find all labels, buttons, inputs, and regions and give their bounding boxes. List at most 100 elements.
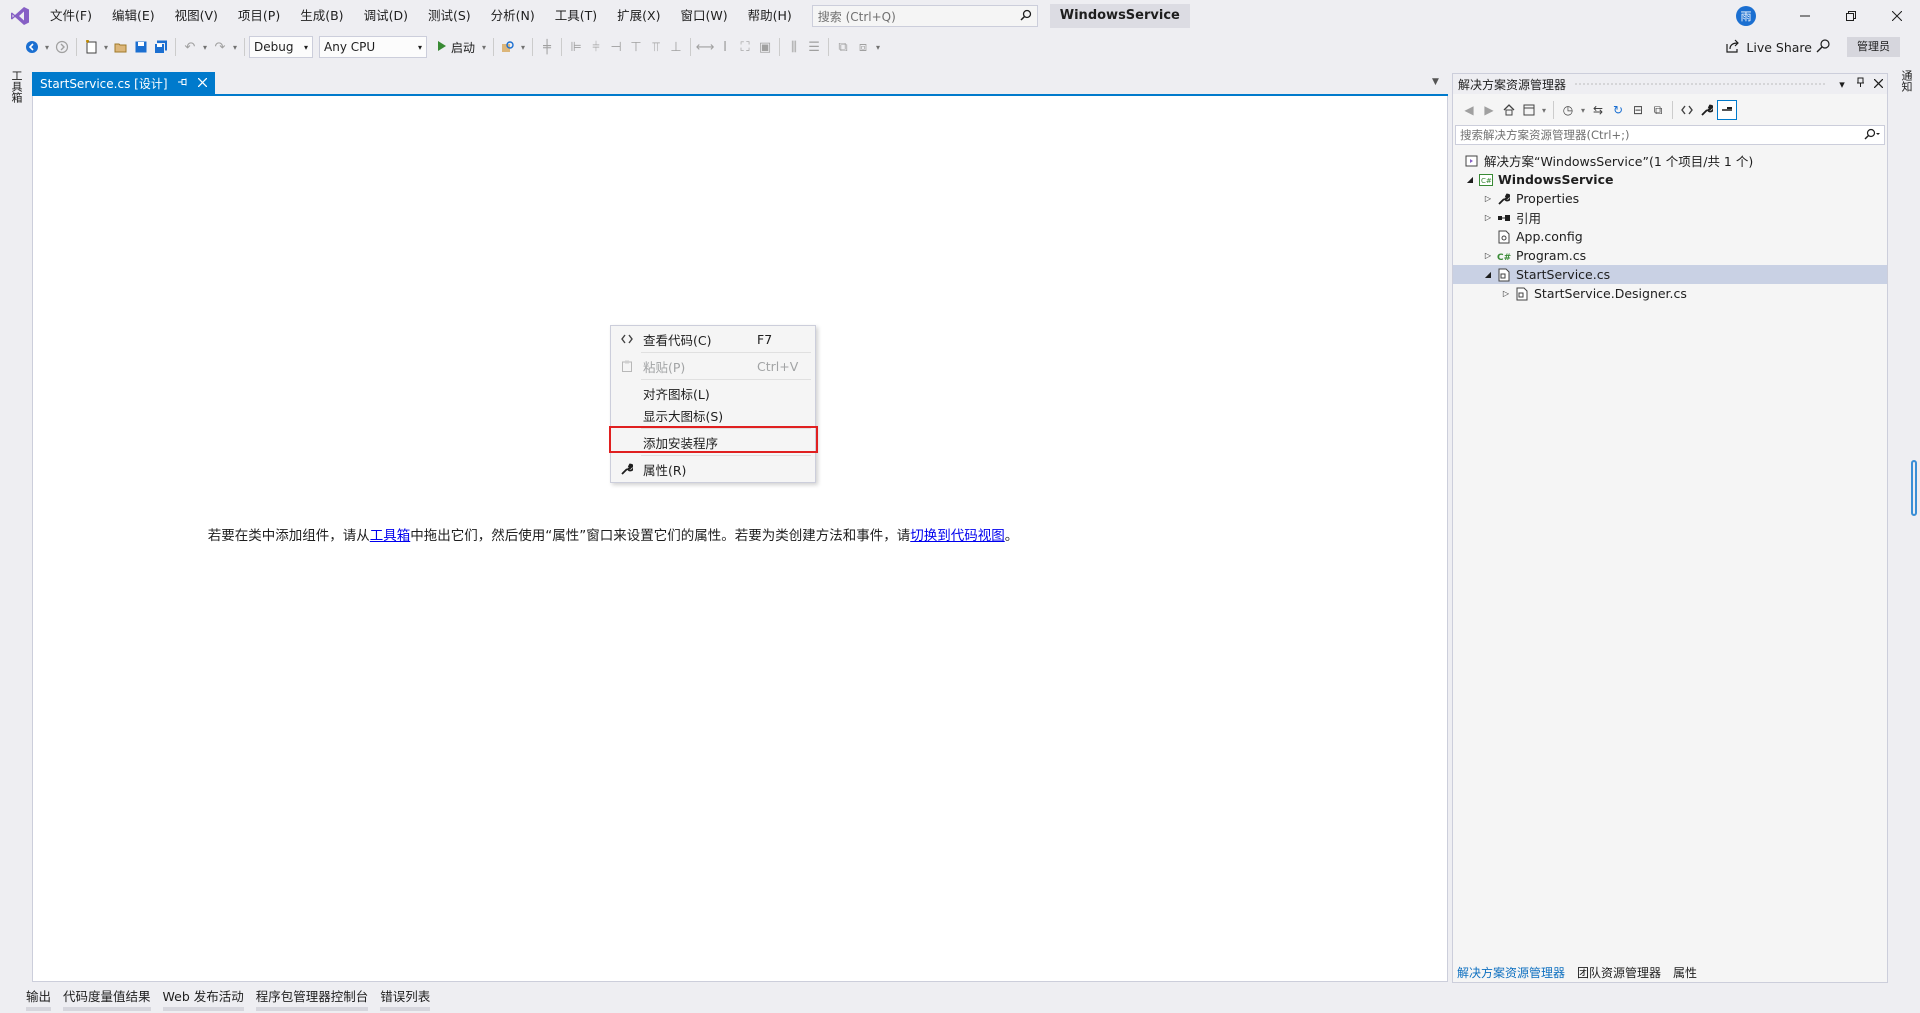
tab-team-explorer[interactable]: 团队资源管理器	[1577, 964, 1661, 981]
view-code-icon[interactable]	[1677, 100, 1697, 120]
tab-solution-explorer[interactable]: 解决方案资源管理器	[1457, 964, 1565, 981]
forward-icon[interactable]: ▶	[1479, 100, 1499, 120]
menu-item-properties[interactable]: 属性(R)	[611, 458, 815, 480]
collapsed-arrow-icon[interactable]: ▷	[1481, 251, 1495, 260]
make-same-size-icon[interactable]: ▣	[755, 37, 775, 57]
open-file-icon[interactable]	[111, 37, 131, 57]
toolbox-link[interactable]: 工具箱	[370, 528, 411, 544]
make-same-height-icon[interactable]: I	[715, 37, 735, 57]
notifications-tab[interactable]: 通知	[1898, 70, 1914, 92]
close-tab-icon[interactable]	[197, 76, 207, 90]
switch-to-code-view-link[interactable]: 切换到代码视图	[910, 528, 1005, 544]
tab-package-manager-console[interactable]: 程序包管理器控制台	[255, 986, 369, 1011]
pin-icon[interactable]	[177, 76, 188, 90]
align-middles-icon[interactable]: ⫪	[646, 37, 666, 57]
undo-icon[interactable]: ↶	[180, 37, 200, 57]
navigate-forward-icon[interactable]	[52, 37, 72, 57]
bring-to-front-icon[interactable]: ⧉	[833, 37, 853, 57]
send-to-back-icon[interactable]: ⧈	[853, 37, 873, 57]
menu-build[interactable]: 生成(B)	[290, 0, 353, 32]
auto-hide-pin-icon[interactable]	[1851, 77, 1869, 91]
show-all-files-icon[interactable]: ⧉	[1648, 100, 1668, 120]
save-icon[interactable]	[131, 37, 151, 57]
tab-output[interactable]: 输出	[26, 986, 52, 1011]
tree-item-program[interactable]: ▷ C# Program.cs	[1453, 246, 1887, 265]
tree-item-startservice[interactable]: ◢ StartService.cs	[1453, 265, 1887, 284]
tab-startservice-design[interactable]: StartService.cs [设计]	[32, 72, 215, 94]
vertical-spacing-icon[interactable]: ☰	[804, 37, 824, 57]
navigate-back-dropdown-icon[interactable]: ▾	[42, 43, 52, 52]
new-project-icon[interactable]	[81, 37, 101, 57]
menu-help[interactable]: 帮助(H)	[738, 0, 802, 32]
collapsed-arrow-icon[interactable]: ▷	[1481, 213, 1495, 222]
back-icon[interactable]: ◀	[1459, 100, 1479, 120]
tree-item-app-config[interactable]: App.config	[1453, 227, 1887, 246]
solution-search-input[interactable]: 搜索解决方案资源管理器(Ctrl+;)	[1455, 125, 1885, 145]
menu-project[interactable]: 项目(P)	[228, 0, 290, 32]
menu-analyze[interactable]: 分析(N)	[481, 0, 545, 32]
minimize-button[interactable]	[1782, 0, 1828, 32]
close-panel-icon[interactable]	[1869, 78, 1887, 91]
switch-views-icon[interactable]	[1519, 100, 1539, 120]
tab-web-publish-activity[interactable]: Web 发布活动	[162, 986, 244, 1011]
tab-code-metrics-results[interactable]: 代码度量值结果	[63, 986, 151, 1011]
panel-options-dropdown-icon[interactable]: ▾	[1833, 78, 1851, 91]
align-rights-icon[interactable]: ⊣	[606, 37, 626, 57]
menu-tools[interactable]: 工具(T)	[545, 0, 607, 32]
refresh-icon[interactable]: ↻	[1608, 100, 1628, 120]
user-avatar[interactable]: 雨	[1736, 6, 1756, 26]
menu-file[interactable]: 文件(F)	[40, 0, 102, 32]
tree-item-solution[interactable]: 解决方案“WindowsService”(1 个项目/共 1 个)	[1453, 151, 1887, 170]
menu-item-align-icons[interactable]: 对齐图标(L)	[611, 382, 815, 404]
align-to-grid-icon[interactable]: ╪	[537, 37, 557, 57]
overflow-icon[interactable]: ▾	[518, 43, 528, 52]
menu-item-view-code[interactable]: 查看代码(C) F7	[611, 328, 815, 350]
tab-error-list[interactable]: 错误列表	[380, 986, 431, 1011]
solution-configuration-select[interactable]: Debug ▾	[249, 36, 313, 58]
solution-platform-select[interactable]: Any CPU ▾	[319, 36, 427, 58]
menu-edit[interactable]: 编辑(E)	[102, 0, 165, 32]
redo-icon[interactable]: ↷	[210, 37, 230, 57]
menu-extensions[interactable]: 扩展(X)	[607, 0, 670, 32]
menu-debug[interactable]: 调试(D)	[354, 0, 418, 32]
tree-item-project[interactable]: ◢ C# WindowsService	[1453, 170, 1887, 189]
expanded-arrow-icon[interactable]: ◢	[1481, 270, 1495, 279]
expanded-arrow-icon[interactable]: ◢	[1463, 175, 1477, 184]
live-share-button[interactable]: Live Share	[1726, 32, 1812, 62]
search-input[interactable]: 搜索 (Ctrl+Q)	[811, 5, 1038, 27]
collapsed-arrow-icon[interactable]: ▷	[1499, 289, 1513, 298]
redo-dropdown-icon[interactable]: ▾	[230, 43, 240, 52]
home-icon[interactable]	[1499, 100, 1519, 120]
toolbar-overflow-icon[interactable]: ▾	[873, 43, 883, 52]
horizontal-spacing-icon[interactable]: ⫼	[784, 37, 804, 57]
size-to-grid-icon[interactable]: ⛶	[735, 37, 755, 57]
make-same-width-icon[interactable]: ⟷	[695, 37, 715, 57]
document-list-dropdown-icon[interactable]: ▼	[1432, 77, 1439, 87]
sync-with-active-document-icon[interactable]: ⇆	[1588, 100, 1608, 120]
switch-views-dropdown-icon[interactable]: ▾	[1539, 106, 1549, 115]
collapsed-arrow-icon[interactable]: ▷	[1481, 194, 1495, 203]
menu-item-paste[interactable]: 粘贴(P) Ctrl+V	[611, 355, 815, 377]
start-dropdown-icon[interactable]: ▾	[479, 43, 489, 52]
tab-properties[interactable]: 属性	[1673, 964, 1697, 981]
start-debugging-button[interactable]: 启动	[433, 39, 479, 56]
close-window-button[interactable]	[1874, 0, 1920, 32]
component-designer-surface[interactable]: 若要在类中添加组件，请从工具箱中拖出它们，然后使用“属性”窗口来设置它们的属性。…	[32, 96, 1448, 982]
align-tops-icon[interactable]: ⊤	[626, 37, 646, 57]
menu-item-show-large-icons[interactable]: 显示大图标(S)	[611, 404, 815, 426]
find-in-files-icon[interactable]	[498, 37, 518, 57]
restore-button[interactable]	[1828, 0, 1874, 32]
align-lefts-icon[interactable]: ⊫	[566, 37, 586, 57]
scrollbar-thumb[interactable]	[1911, 460, 1917, 516]
feedback-icon[interactable]	[1816, 38, 1832, 57]
tree-item-references[interactable]: ▷ 引用	[1453, 208, 1887, 227]
collapse-all-icon[interactable]: ⊟	[1628, 100, 1648, 120]
properties-wrench-icon[interactable]	[1697, 100, 1717, 120]
menu-test[interactable]: 测试(S)	[418, 0, 481, 32]
preview-selected-items-icon[interactable]	[1717, 100, 1737, 120]
menu-view[interactable]: 视图(V)	[165, 0, 228, 32]
align-centers-icon[interactable]: ⫩	[586, 37, 606, 57]
tree-item-startservice-designer[interactable]: ▷ StartService.Designer.cs	[1453, 284, 1887, 303]
pending-changes-filter-icon[interactable]: ◷	[1558, 100, 1578, 120]
filter-dropdown-icon[interactable]: ▾	[1578, 106, 1588, 115]
